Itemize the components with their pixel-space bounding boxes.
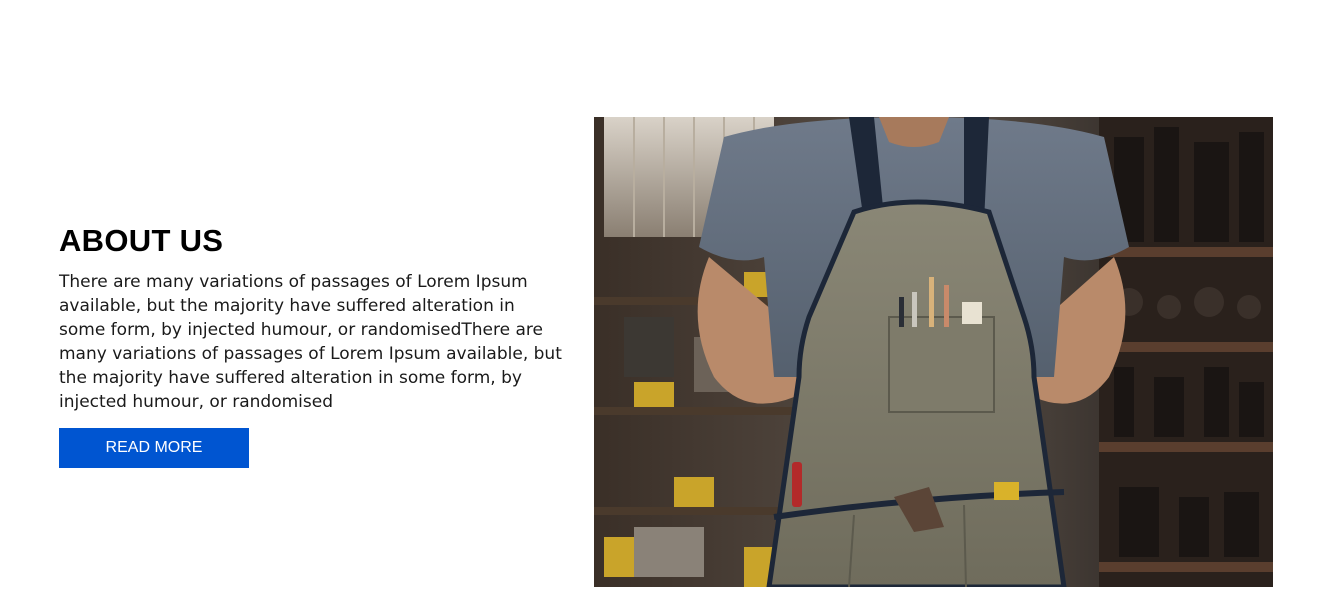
about-body: There are many variations of passages of… [59,272,562,412]
about-photo [594,117,1273,587]
read-more-button[interactable]: READ MORE [59,428,249,468]
about-title: ABOUT US [59,223,224,258]
workshop-apron-illustration [594,117,1273,587]
about-text-block: ABOUT US There are many variations of pa… [59,222,569,414]
about-section: ABOUT US There are many variations of pa… [0,0,1317,616]
